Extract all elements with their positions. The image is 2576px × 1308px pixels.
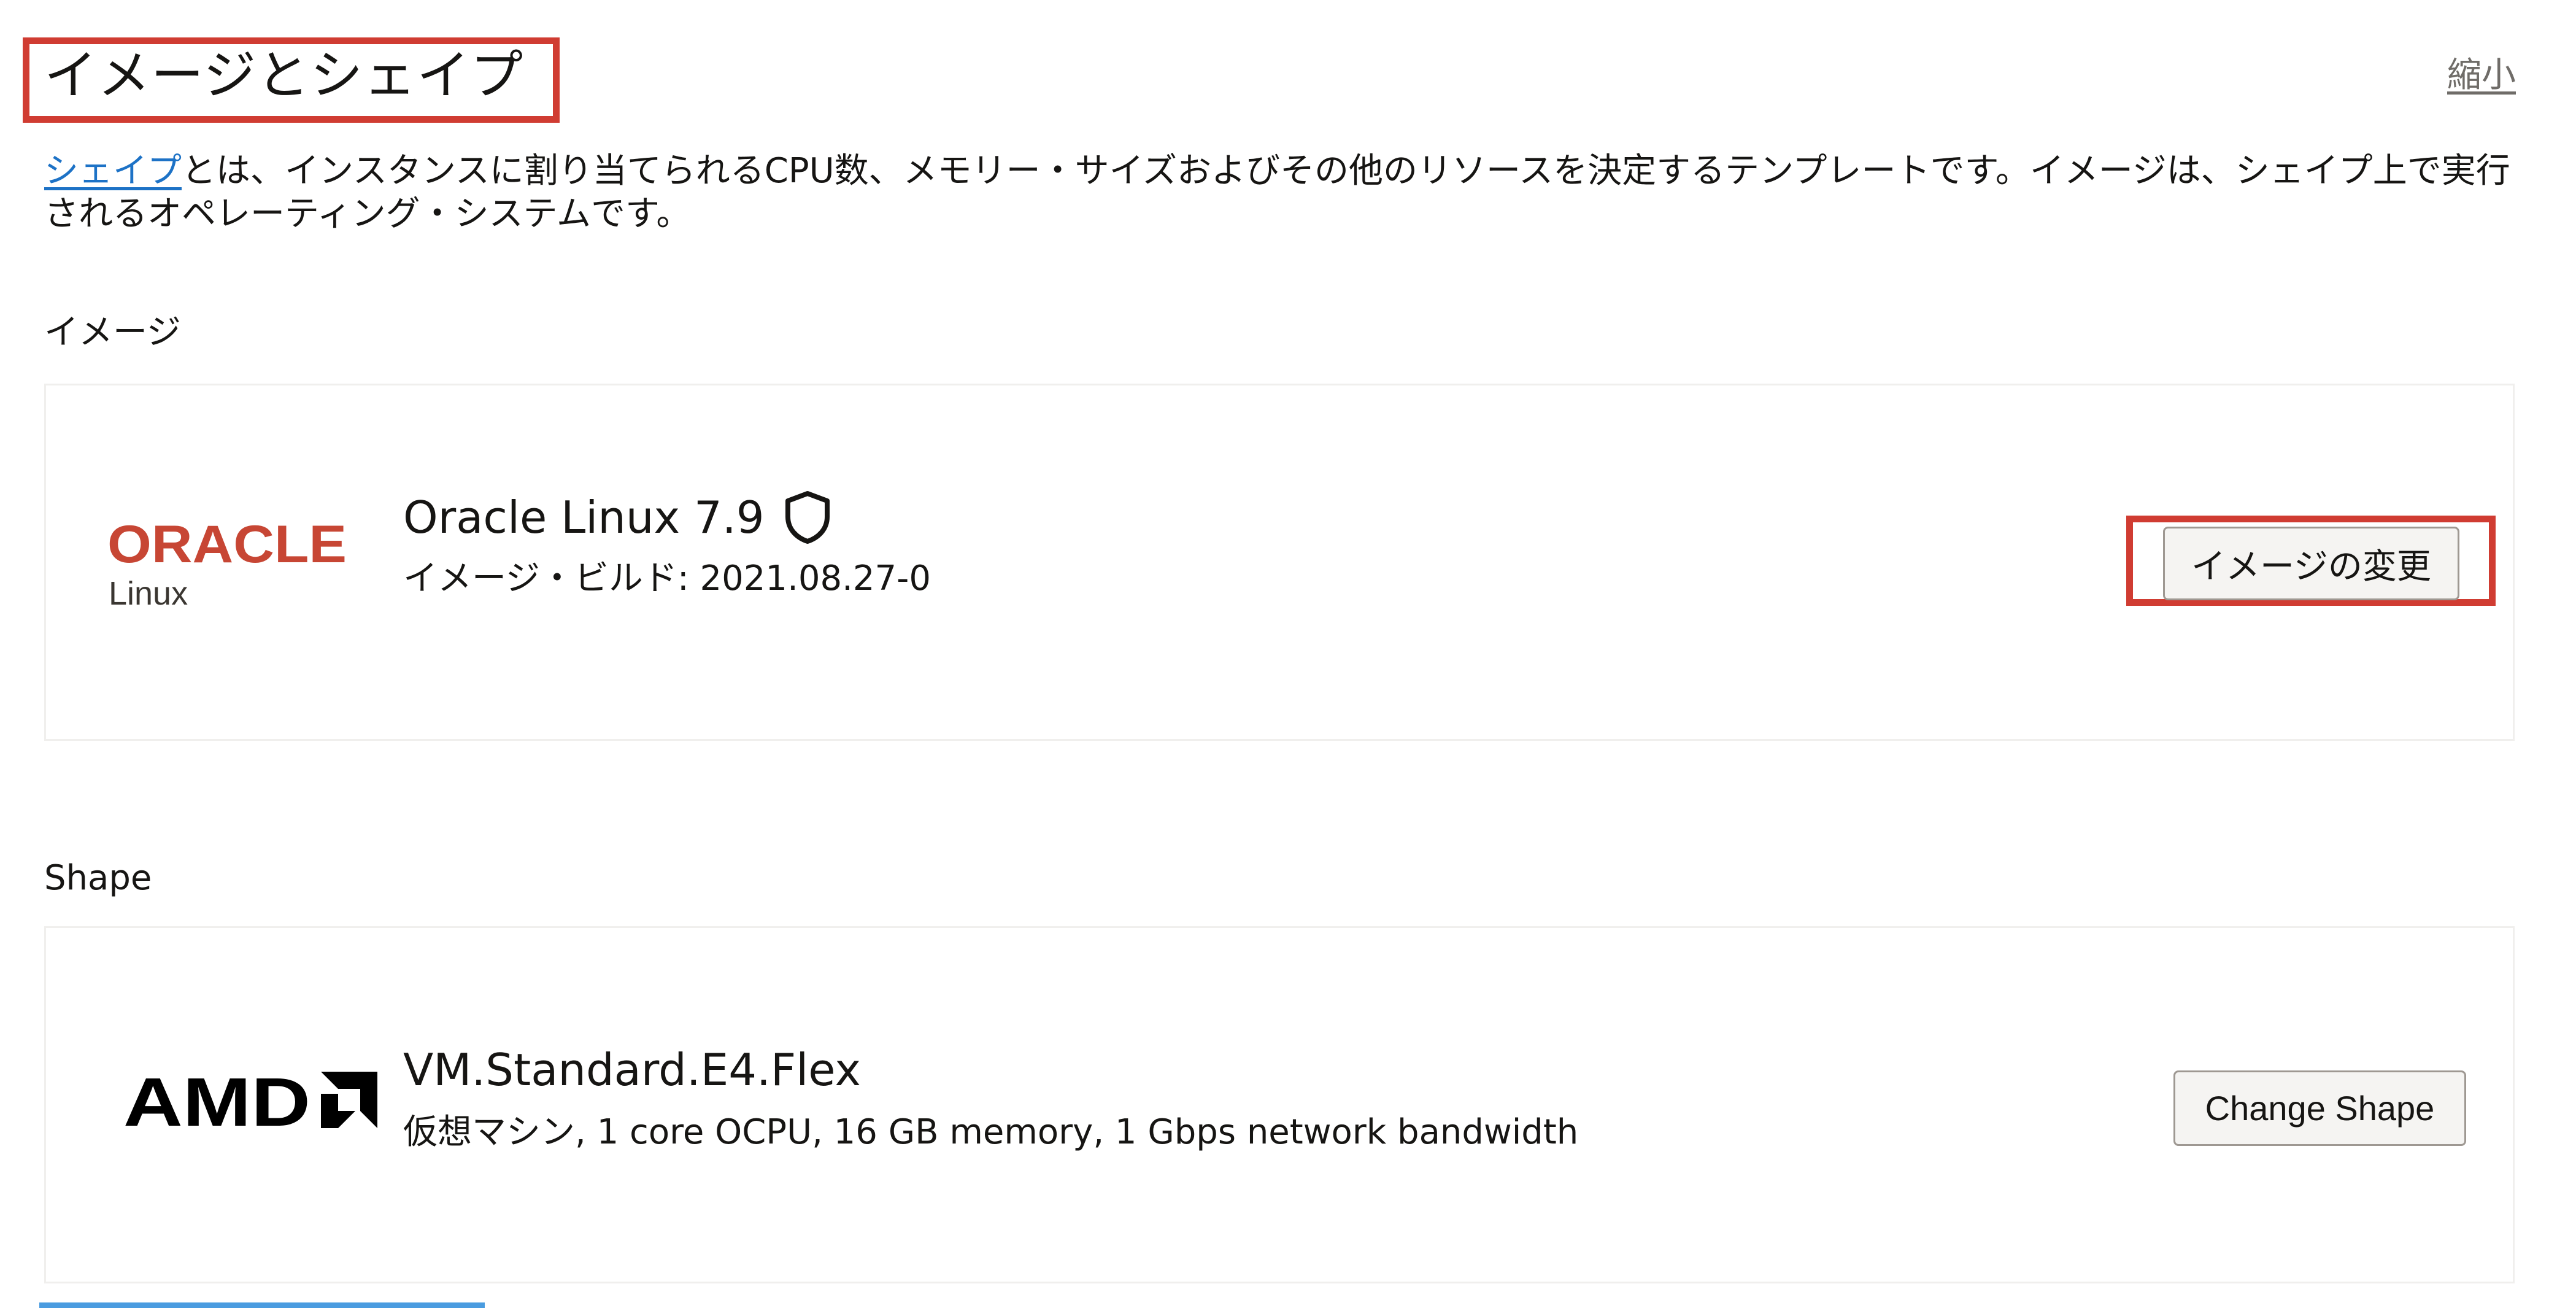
shape-details: 仮想マシン, 1 core OCPU, 16 GB memory, 1 Gbps… [403, 1112, 1579, 1152]
image-build: イメージ・ビルド: 2021.08.27-0 [403, 559, 931, 598]
image-card: ORACLE Linux Oracle Linux 7.9 イメージ・ビルド: … [44, 384, 2515, 741]
description-text: とは、インスタンスに割り当てられるCPU数、メモリー・サイズおよびその他のリソー… [44, 151, 2510, 234]
section-title: イメージとシェイプ [44, 45, 524, 106]
oracle-wordmark: ORACLE [107, 520, 347, 570]
change-shape-button[interactable]: Change Shape [2173, 1070, 2466, 1146]
oracle-linux-logo: ORACLE Linux [107, 520, 365, 612]
shape-help-link[interactable]: シェイプ [44, 151, 182, 191]
change-image-button[interactable]: イメージの変更 [2163, 527, 2459, 600]
amd-arrow-icon [321, 1072, 377, 1128]
shape-card: AMD VM.Standard.E4.Flex 仮想マシン, 1 core OC… [44, 926, 2515, 1283]
bottom-tab-indicator [39, 1302, 485, 1308]
image-label: イメージ [44, 312, 181, 352]
image-title: Oracle Linux 7.9 [403, 491, 832, 548]
oracle-logo-text: ORACLE [107, 520, 347, 570]
amd-logo: AMD [123, 1069, 381, 1137]
amd-logo-text: AMD [123, 1069, 310, 1137]
collapse-link[interactable]: 縮小 [2447, 54, 2516, 97]
shape-label: Shape [44, 858, 152, 898]
oracle-logo-subtext: Linux [109, 575, 188, 612]
shield-icon [783, 490, 832, 544]
section-description: シェイプとは、インスタンスに割り当てられるCPU数、メモリー・サイズおよびその他… [44, 150, 2529, 236]
image-name: Oracle Linux 7.9 [403, 492, 765, 543]
shape-title: VM.Standard.E4.Flex [403, 1044, 861, 1096]
